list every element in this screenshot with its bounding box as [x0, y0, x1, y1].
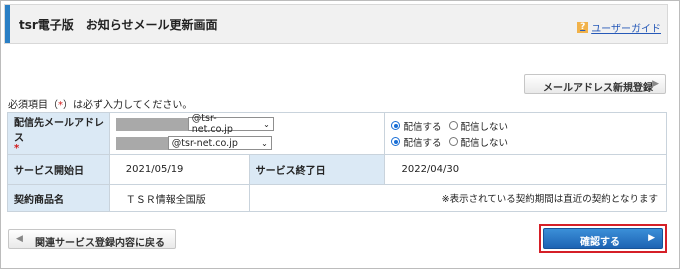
email-domain-select-2[interactable]: @tsr-net.co.jp ⌄ [167, 136, 272, 150]
chevron-right-icon: ▶ [648, 233, 655, 243]
settings-form-table: 配信先メールアドレス * @tsr-net.co.jp ⌄ @tsr-net.c… [7, 112, 668, 212]
title-bar: tsr電子版 お知らせメール更新画面 ? ユーザーガイド [4, 4, 668, 44]
radio-deliver-on-1[interactable] [391, 121, 401, 130]
chevron-down-icon: ⌄ [261, 138, 268, 148]
email-inputs-cell: @tsr-net.co.jp ⌄ @tsr-net.co.jp ⌄ [108, 112, 386, 155]
title-accent-bar [5, 5, 10, 43]
email-required-star: * [14, 142, 20, 154]
email-label-cell: 配信先メールアドレス * [7, 112, 110, 155]
email-domain-select-1[interactable]: @tsr-net.co.jp ⌄ [187, 113, 274, 135]
service-end-value: 2022/04/30 [384, 154, 667, 185]
required-fields-note: 必須項目（*）は必ず入力してください。 [8, 96, 192, 111]
back-to-service-button[interactable]: ◀ 関連サービス登録内容に戻る [8, 229, 176, 249]
product-value: ＴＳＲ情報全国版 [108, 184, 250, 212]
delivery-option-row-2: 配信する 配信しない [385, 134, 666, 150]
product-label: 契約商品名 [7, 184, 110, 212]
back-button-label: 関連サービス登録内容に戻る [35, 238, 165, 249]
email-row: 配信先メールアドレス * @tsr-net.co.jp ⌄ @tsr-net.c… [7, 112, 667, 155]
service-start-label: サービス開始日 [7, 154, 110, 185]
radio-label: 配信しない [460, 121, 509, 133]
delivery-options-cell: 配信する 配信しない 配信する 配信しない [384, 112, 667, 155]
new-email-register-button[interactable]: メールアドレス新規登録 ▶ [524, 74, 666, 94]
email-domain-value: @tsr-net.co.jp [191, 113, 233, 135]
service-start-value: 2021/05/19 [108, 154, 250, 185]
product-row: 契約商品名 ＴＳＲ情報全国版 ※表示されている契約期間は直近の契約となります [7, 184, 668, 212]
email-label: 配信先メールアドレス [14, 117, 104, 144]
radio-label: 配信しない [460, 137, 509, 149]
required-note-prefix: 必須項目（ [8, 100, 58, 111]
email-local-part-masked[interactable] [115, 117, 188, 131]
confirm-button-label: 確認する [580, 237, 620, 248]
radio-deliver-off-2[interactable] [448, 137, 458, 146]
user-guide-link[interactable]: ? ユーザーガイド [577, 20, 661, 35]
radio-deliver-off-1[interactable] [448, 121, 458, 130]
radio-label: 配信する [403, 137, 442, 149]
user-guide-label: ユーザーガイド [591, 24, 661, 35]
email-entry-2: @tsr-net.co.jp ⌄ [110, 134, 385, 153]
email-entry-1: @tsr-net.co.jp ⌄ [110, 113, 385, 135]
contract-period-note: ※表示されている契約期間は直近の契約となります [248, 184, 668, 212]
required-note-suffix: ）は必ず入力してください。 [63, 100, 193, 111]
service-period-row: サービス開始日 2021/05/19 サービス終了日 2022/04/30 [7, 154, 667, 185]
email-domain-value: @tsr-net.co.jp [171, 137, 238, 149]
radio-deliver-on-2[interactable] [391, 137, 401, 146]
email-local-part-masked[interactable] [115, 136, 168, 150]
service-end-label: サービス終了日 [248, 154, 386, 185]
chevron-left-icon: ◀ [16, 234, 23, 244]
delivery-option-row-1: 配信する 配信しない [385, 118, 666, 134]
chevron-right-icon: ▶ [652, 79, 659, 89]
page-title: tsr電子版 お知らせメール更新画面 [19, 18, 218, 32]
chevron-down-icon: ⌄ [263, 119, 270, 129]
help-question-icon: ? [577, 22, 589, 33]
new-email-register-label: メールアドレス新規登録 [543, 83, 653, 94]
confirm-button[interactable]: 確認する ▶ [543, 228, 663, 249]
radio-label: 配信する [403, 121, 442, 133]
